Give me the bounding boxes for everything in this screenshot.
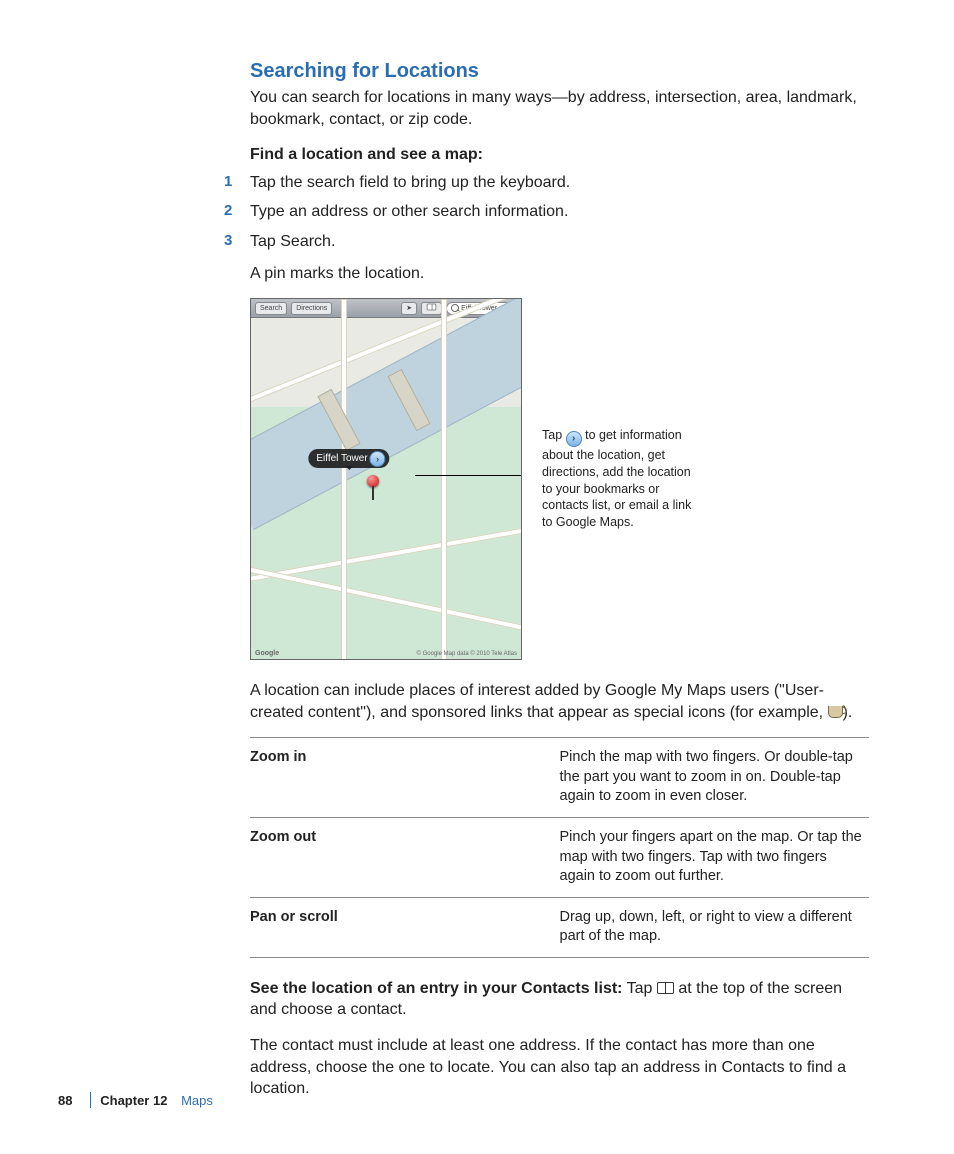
table-row: Zoom in Pinch the map with two fingers. … (250, 738, 869, 818)
figure-annotation: Tap › to get information about the locat… (542, 427, 692, 531)
page-number: 88 (58, 1093, 84, 1108)
map-road (250, 564, 522, 641)
chapter-label: Chapter 12 (100, 1093, 167, 1108)
map-road (441, 299, 447, 660)
page-footer: 88 Chapter 12 Maps (58, 1092, 869, 1108)
pin-label: Eiffel Tower (316, 453, 367, 464)
intro-paragraph: You can search for locations in many way… (250, 87, 869, 130)
annotation-text-pre: Tap (542, 428, 566, 442)
map-river (250, 298, 522, 530)
bookmarks-icon (657, 982, 674, 994)
annotation-text-post: to get information about the location, g… (542, 428, 691, 529)
step-item: Type an address or other search informat… (250, 201, 869, 223)
contacts-paragraph: See the location of an entry in your Con… (250, 978, 869, 1021)
locate-icon[interactable]: ➤ (401, 302, 417, 315)
gesture-desc: Pinch the map with two fingers. Or doubl… (560, 738, 870, 818)
map-pin (367, 475, 379, 487)
gestures-table: Zoom in Pinch the map with two fingers. … (250, 737, 869, 958)
contacts-lead: See the location of an entry in your Con… (250, 980, 623, 997)
map-credit: © Google Map data © 2010 Tele Atlas (417, 651, 517, 657)
gesture-desc: Pinch your fingers apart on the map. Or … (560, 818, 870, 898)
step-item: Tap Search. (250, 231, 869, 253)
gesture-name: Zoom out (250, 818, 560, 898)
user-content-paragraph: A location can include places of interes… (250, 680, 869, 723)
info-icon: › (566, 431, 582, 447)
pin-sentence: A pin marks the location. (250, 263, 869, 285)
toolbar-directions-button[interactable]: Directions (291, 302, 332, 315)
step-item: Tap the search field to bring up the key… (250, 172, 869, 194)
gesture-desc: Drag up, down, left, or right to view a … (560, 897, 870, 957)
contacts-tail-pre: Tap (623, 980, 657, 997)
info-icon[interactable]: › (370, 451, 386, 467)
chapter-name: Maps (181, 1093, 213, 1108)
steps-list: Tap the search field to bring up the key… (250, 172, 869, 253)
map-figure: Search Directions ➤ Eiffel Tower (250, 298, 869, 660)
sponsored-link-icon (828, 706, 843, 718)
callout-leader-line (415, 475, 522, 476)
gesture-name: Zoom in (250, 738, 560, 818)
pin-callout[interactable]: Eiffel Tower › (308, 449, 389, 468)
table-row: Zoom out Pinch your fingers apart on the… (250, 818, 869, 898)
bookmarks-icon[interactable] (421, 302, 442, 315)
google-logo: Google (255, 650, 279, 657)
map-screenshot: Search Directions ➤ Eiffel Tower (250, 298, 522, 660)
find-location-heading: Find a location and see a map: (250, 144, 869, 166)
section-heading: Searching for Locations (250, 60, 869, 83)
footer-divider (90, 1092, 91, 1108)
gesture-name: Pan or scroll (250, 897, 560, 957)
contacts-paragraph-2: The contact must include at least one ad… (250, 1035, 869, 1100)
toolbar-search-button[interactable]: Search (255, 302, 287, 315)
map-road (341, 299, 347, 660)
paragraph-text-pre: A location can include places of interes… (250, 682, 828, 721)
table-row: Pan or scroll Drag up, down, left, or ri… (250, 897, 869, 957)
